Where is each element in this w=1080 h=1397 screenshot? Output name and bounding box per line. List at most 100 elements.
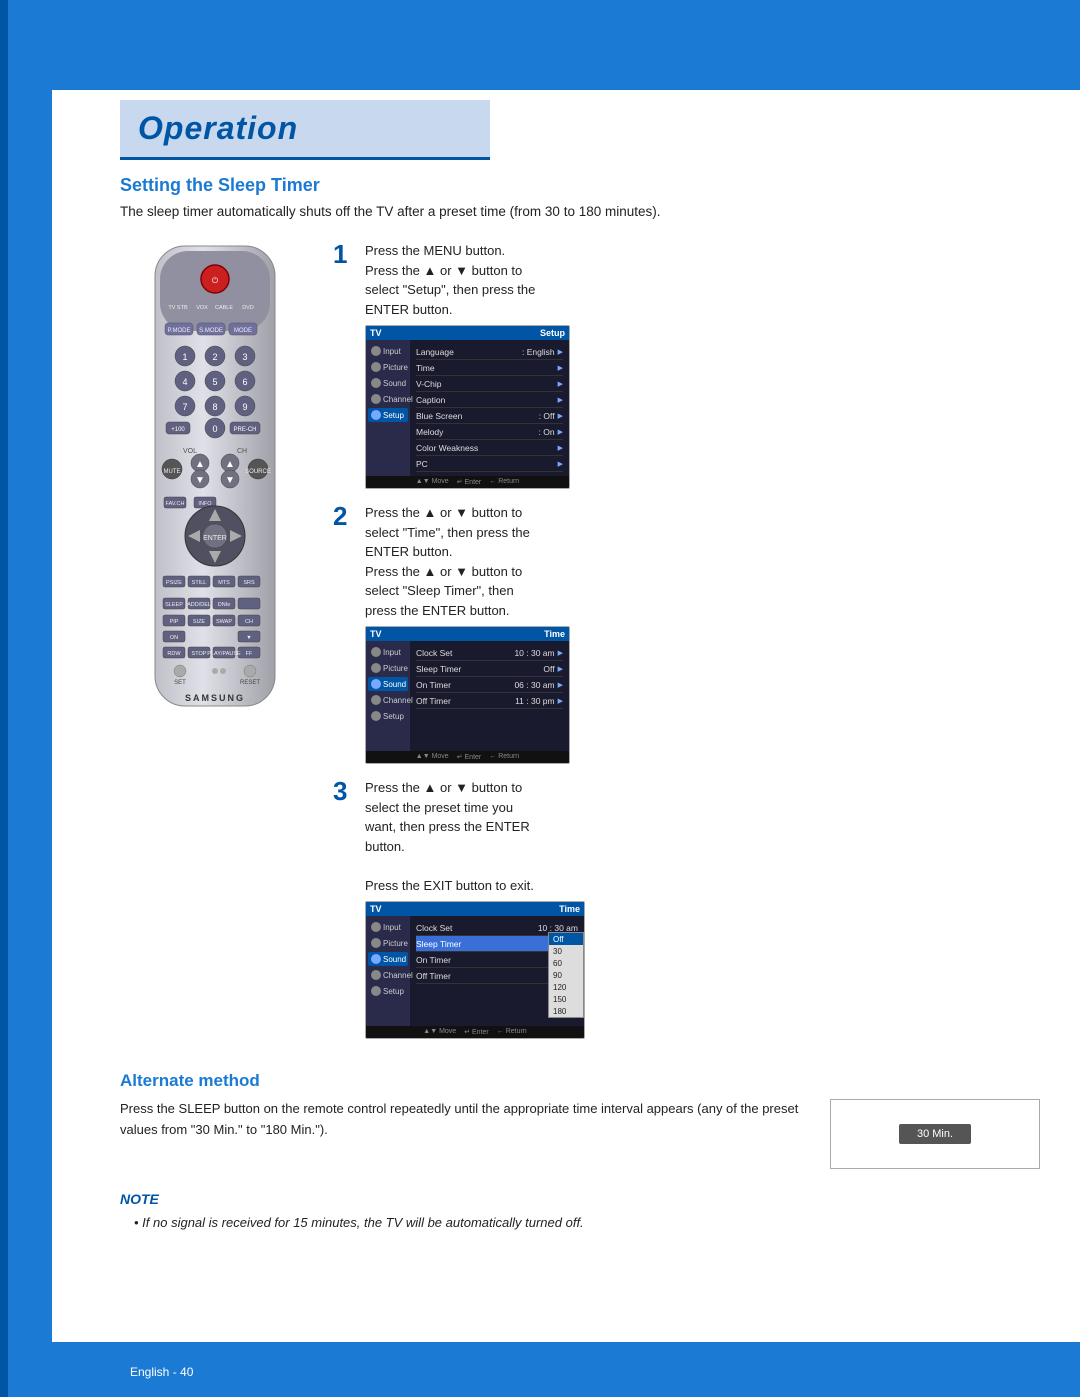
tv-main-2: Clock Set 10 : 30 am ▶ Sleep Timer Off ▶… [410, 641, 569, 751]
tv-screen-1: TV Setup Input Picture Sound Channel Set… [365, 325, 570, 489]
dropdown-30: 30 [549, 945, 583, 957]
tv-screen-1-body: Input Picture Sound Channel Setup Langua… [366, 340, 569, 476]
svg-text:PIP: PIP [170, 619, 179, 625]
svg-text:CABLE: CABLE [215, 305, 233, 311]
svg-text:0: 0 [212, 424, 217, 434]
tv-footer-2: ▲▼ Move↵ Enter← Return [366, 751, 569, 763]
tv-screen-3: TV Time Input Picture Sound Channel Setu… [365, 901, 585, 1039]
step-2-block: 2 Press the ▲ or ▼ button to select "Tim… [333, 503, 1040, 764]
tv-label-3: TV [370, 904, 382, 914]
bottom-bar [52, 1342, 1080, 1397]
svg-text:SLEEP: SLEEP [165, 602, 183, 608]
sidebar-channel-2: Channel [368, 693, 408, 707]
blue-sidebar-inner [8, 0, 52, 1397]
svg-text:5: 5 [212, 377, 217, 387]
svg-text:RDW: RDW [167, 651, 181, 657]
tv-screen-3-header: TV Time [366, 902, 584, 916]
svg-text:VOL: VOL [183, 448, 197, 455]
svg-text:P.MODE: P.MODE [168, 328, 191, 334]
svg-text:▲: ▲ [225, 459, 235, 470]
dropdown-off: Off [549, 933, 583, 945]
alternate-heading: Alternate method [120, 1071, 1040, 1091]
svg-text:▲: ▲ [195, 459, 205, 470]
svg-text:MODE: MODE [234, 328, 252, 334]
svg-text:3: 3 [242, 352, 247, 362]
note-text: If no signal is received for 15 minutes,… [120, 1213, 1040, 1234]
tv-label: TV [370, 328, 382, 338]
svg-text:ENTER: ENTER [203, 535, 227, 542]
dropdown-120: 120 [549, 981, 583, 993]
tv-row-vchip: V-Chip ▶ [416, 376, 563, 392]
step-2-text: Press the ▲ or ▼ button to select "Time"… [365, 503, 1040, 620]
svg-text:ADD/DEL: ADD/DEL [187, 602, 211, 608]
svg-text:MTS: MTS [218, 580, 230, 586]
svg-text:SOURCE: SOURCE [245, 469, 271, 475]
svg-text:FF: FF [246, 651, 253, 657]
dropdown-180: 180 [549, 1005, 583, 1017]
steps-column: 1 Press the MENU button. Press the ▲ or … [333, 241, 1040, 1053]
sidebar-sound-1: Sound [368, 376, 408, 390]
page-title-box: Operation [120, 100, 490, 160]
dropdown-150: 150 [549, 993, 583, 1005]
main-content: Setting the Sleep Timer The sleep timer … [120, 175, 1040, 1234]
top-bar [52, 0, 1080, 90]
blue-sidebar [0, 0, 52, 1397]
tv-row-sleeptimer-2: Sleep Timer Off ▶ [416, 661, 563, 677]
step-1-number: 1 [333, 241, 355, 489]
svg-text:9: 9 [242, 402, 247, 412]
svg-text:PRE-CH: PRE-CH [233, 427, 256, 433]
sidebar-setup-active: Setup [368, 408, 408, 422]
tv-screen-2-header: TV Time [366, 627, 569, 641]
tv-row-pc: PC ▶ [416, 456, 563, 472]
svg-text:SWAP: SWAP [216, 619, 232, 625]
tv-footer-3: ▲▼ Move↵ Enter← Return [366, 1026, 584, 1038]
alternate-row: Press the SLEEP button on the remote con… [120, 1099, 1040, 1169]
svg-text:▼: ▼ [246, 635, 251, 641]
tv-menu-name-1: Setup [540, 328, 565, 338]
step-2-content: Press the ▲ or ▼ button to select "Time"… [365, 503, 1040, 764]
svg-text:SRS: SRS [243, 580, 255, 586]
step-3-text: Press the ▲ or ▼ button to select the pr… [365, 778, 1040, 895]
footer-page: 40 [180, 1365, 193, 1379]
svg-text:ON: ON [170, 635, 178, 641]
svg-text:RESET: RESET [240, 680, 260, 686]
alternate-text: Press the SLEEP button on the remote con… [120, 1099, 810, 1141]
sidebar-channel-3: Channel [368, 968, 408, 982]
dropdown-90: 90 [549, 969, 583, 981]
tv-main-1: Language : English ▶ Time ▶ V-Chip ▶ [410, 340, 569, 476]
svg-text:▼: ▼ [225, 475, 235, 486]
sidebar-setup-3: Setup [368, 984, 408, 998]
svg-text:1: 1 [182, 352, 187, 362]
remote-wrapper: ⏻ TV STB VOX CABLE DVD P.MODE S.MODE MOD… [130, 241, 305, 726]
remote-column: ⏻ TV STB VOX CABLE DVD P.MODE S.MODE MOD… [120, 241, 315, 1053]
note-heading: NOTE [120, 1191, 1040, 1207]
svg-text:6: 6 [242, 377, 247, 387]
alternate-section: Alternate method Press the SLEEP button … [120, 1071, 1040, 1169]
sidebar-input-3: Input [368, 920, 408, 934]
sidebar-input-2: Input [368, 645, 408, 659]
svg-text:DNIe: DNIe [218, 602, 231, 608]
tv-row-caption: Caption ▶ [416, 392, 563, 408]
svg-text:PLAY/PAUSE: PLAY/PAUSE [207, 651, 241, 657]
note-section: NOTE If no signal is received for 15 min… [120, 1191, 1040, 1234]
step-1-text: Press the MENU button. Press the ▲ or ▼ … [365, 241, 1040, 319]
svg-text:+100: +100 [171, 427, 185, 433]
svg-text:STOP: STOP [192, 651, 207, 657]
sidebar-setup-2: Setup [368, 709, 408, 723]
step-2-number: 2 [333, 503, 355, 764]
footer-language: English [130, 1365, 169, 1379]
svg-text:4: 4 [182, 377, 187, 387]
svg-text:PSIZE: PSIZE [166, 580, 182, 586]
tv-screen-2-body: Input Picture Sound Channel Setup Clock … [366, 641, 569, 751]
tv-row-ontimer: On Timer 06 : 30 am ▶ [416, 677, 563, 693]
step-1-block: 1 Press the MENU button. Press the ▲ or … [333, 241, 1040, 489]
tv-menu-name-2: Time [544, 629, 565, 639]
time-dropdown: Off 30 60 90 120 150 180 [548, 932, 584, 1018]
svg-text:⏻: ⏻ [212, 276, 219, 285]
remote-control-image: ⏻ TV STB VOX CABLE DVD P.MODE S.MODE MOD… [130, 241, 300, 721]
sidebar-picture: Picture [368, 360, 408, 374]
svg-text:▼: ▼ [195, 475, 205, 486]
instructions-area: ⏻ TV STB VOX CABLE DVD P.MODE S.MODE MOD… [120, 241, 1040, 1053]
dropdown-60: 60 [549, 957, 583, 969]
svg-text:CH: CH [237, 448, 247, 455]
